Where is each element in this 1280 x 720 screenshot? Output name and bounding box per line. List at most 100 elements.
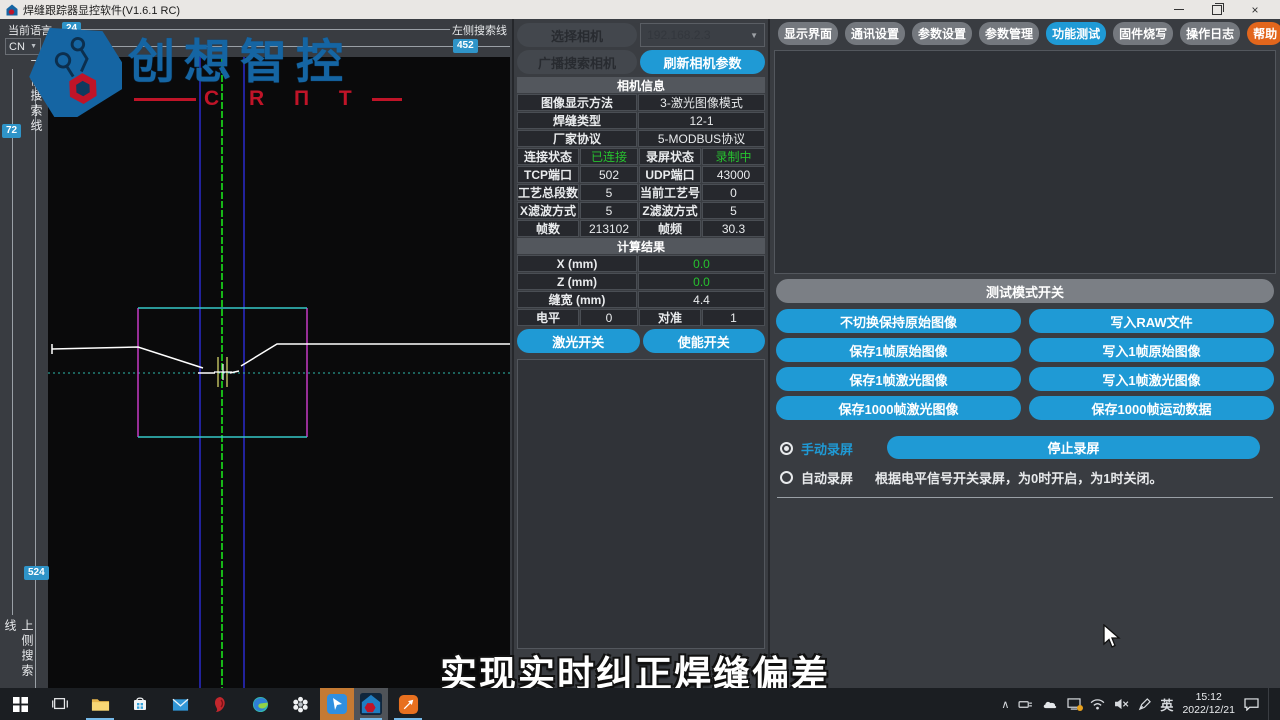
table-row: X (mm) 0.0 bbox=[517, 255, 765, 272]
capture-tool-button-active[interactable] bbox=[320, 688, 354, 720]
file-explorer-button[interactable] bbox=[80, 688, 120, 720]
close-button[interactable]: × bbox=[1236, 0, 1274, 19]
function-button-grid: 不切换保持原始图像 写入RAW文件 保存1帧原始图像 写入1帧原始图像 保存1帧… bbox=[776, 309, 1274, 420]
save-1000-motion-data-button[interactable]: 保存1000帧运动数据 bbox=[1029, 396, 1274, 420]
task-view-icon bbox=[52, 696, 68, 712]
tab-parameter-management[interactable]: 参数管理 bbox=[979, 22, 1039, 45]
x-offset-value: 0.0 bbox=[638, 255, 765, 272]
table-row: X滤波方式 5 Z滤波方式 5 bbox=[517, 202, 765, 219]
action-center-icon[interactable] bbox=[1244, 698, 1259, 711]
manual-record-radio[interactable] bbox=[780, 442, 793, 455]
tab-firmware[interactable]: 固件烧写 bbox=[1113, 22, 1173, 45]
right-search-line-value: 24 bbox=[62, 22, 81, 36]
windows-logo-icon bbox=[13, 697, 28, 712]
volume-muted-icon[interactable] bbox=[1114, 698, 1129, 710]
weld-tracker-app-icon bbox=[360, 693, 382, 715]
clock[interactable]: 15:12 2022/12/21 bbox=[1182, 691, 1235, 717]
edge-browser-button[interactable] bbox=[240, 688, 280, 720]
camera-ip-select[interactable]: 192.168.2.3 ▼ bbox=[640, 23, 765, 47]
tab-parameter-settings[interactable]: 参数设置 bbox=[912, 22, 972, 45]
camera-image-view[interactable] bbox=[48, 57, 510, 688]
store-bag-icon bbox=[132, 696, 148, 712]
select-camera-button[interactable]: 选择相机 bbox=[517, 23, 637, 47]
save-1-laser-frame-button[interactable]: 保存1帧激光图像 bbox=[776, 367, 1021, 391]
bottom-search-line-value: 524 bbox=[24, 566, 49, 580]
orange-arrow-app-button[interactable] bbox=[388, 688, 428, 720]
laser-switch-button[interactable]: 激光开关 bbox=[517, 329, 640, 353]
task-view-button[interactable] bbox=[40, 688, 80, 720]
onedrive-cloud-icon[interactable] bbox=[1042, 699, 1058, 710]
tray-expand-chevron-icon[interactable]: ∧ bbox=[1001, 698, 1009, 711]
table-row: 帧数 213102 帧频 30.3 bbox=[517, 220, 765, 237]
language-select[interactable]: CN ▼ bbox=[5, 38, 41, 55]
test-mode-switch-button[interactable]: 测试模式开关 bbox=[776, 279, 1274, 303]
start-button[interactable] bbox=[0, 688, 40, 720]
status-dot bbox=[1077, 705, 1083, 711]
top-search-line-value: 72 bbox=[2, 124, 21, 138]
mail-button[interactable] bbox=[160, 688, 200, 720]
table-row: 连接状态 已连接 录屏状态 录制中 bbox=[517, 148, 765, 165]
write-1-original-frame-button[interactable]: 写入1帧原始图像 bbox=[1029, 338, 1274, 362]
function-panel: 显示界面 通讯设置 参数设置 参数管理 功能测试 固件烧写 操作日志 帮助 测试… bbox=[768, 19, 1280, 688]
blue-arrow-app-icon bbox=[326, 693, 348, 715]
laser-profile-graphics bbox=[48, 57, 510, 688]
left-search-line-slider[interactable] bbox=[46, 46, 510, 47]
wifi-icon[interactable] bbox=[1090, 699, 1105, 710]
weld-tracker-app-button-active[interactable] bbox=[354, 688, 388, 720]
mail-icon bbox=[172, 697, 189, 712]
flower-app-button[interactable] bbox=[280, 688, 320, 720]
display-notification-icon[interactable] bbox=[1067, 698, 1081, 710]
auto-record-description: 根据电平信号开关录屏，为0时开启，为1时关闭。 bbox=[875, 468, 1162, 487]
save-1-original-frame-button[interactable]: 保存1帧原始图像 bbox=[776, 338, 1021, 362]
seam-center-cross bbox=[214, 364, 232, 380]
titlebar: 焊缝跟踪器显控软件(V1.6.1 RC) bbox=[0, 0, 1280, 19]
bottom-search-line-label: 下侧搜索线 bbox=[28, 59, 45, 134]
tab-operation-log[interactable]: 操作日志 bbox=[1180, 22, 1240, 45]
write-1-laser-frame-button[interactable]: 写入1帧激光图像 bbox=[1029, 367, 1274, 391]
seam-width-value: 4.4 bbox=[638, 291, 765, 308]
table-row: 厂家协议 5-MODBUS协议 bbox=[517, 130, 765, 147]
table-row: 缝宽 (mm) 4.4 bbox=[517, 291, 765, 308]
restore-button[interactable] bbox=[1198, 0, 1236, 19]
align-value: 1 bbox=[702, 309, 765, 326]
connection-status: 已连接 bbox=[580, 148, 638, 165]
table-row: 电平 0 对准 1 bbox=[517, 309, 765, 326]
stop-record-button[interactable]: 停止录屏 bbox=[887, 436, 1260, 459]
enable-switch-button[interactable]: 使能开关 bbox=[643, 329, 766, 353]
show-desktop-button[interactable] bbox=[1268, 688, 1274, 720]
table-row: Z (mm) 0.0 bbox=[517, 273, 765, 290]
tab-function-test[interactable]: 功能测试 bbox=[1046, 22, 1106, 45]
tab-communication[interactable]: 通讯设置 bbox=[845, 22, 905, 45]
mouse-cursor bbox=[1103, 624, 1121, 655]
chevron-down-icon: ▼ bbox=[30, 43, 37, 50]
minimize-button[interactable] bbox=[1160, 0, 1198, 19]
language-label: 当前语言 bbox=[8, 22, 52, 38]
right-search-line-slider[interactable] bbox=[40, 29, 450, 30]
top-search-line-slider[interactable] bbox=[12, 69, 13, 615]
bottom-search-line-slider[interactable] bbox=[35, 69, 36, 688]
recording-status: 录制中 bbox=[702, 148, 765, 165]
manual-record-label: 手动录屏 bbox=[801, 439, 853, 458]
keep-original-image-button[interactable]: 不切换保持原始图像 bbox=[776, 309, 1021, 333]
system-tray: ∧ 英 15:12 2022/12/21 bbox=[1001, 688, 1280, 720]
write-raw-file-button[interactable]: 写入RAW文件 bbox=[1029, 309, 1274, 333]
help-button[interactable]: 帮助 bbox=[1247, 22, 1280, 45]
ime-language-indicator[interactable]: 英 bbox=[1160, 695, 1173, 714]
refresh-camera-params-button[interactable]: 刷新相机参数 bbox=[640, 50, 765, 74]
main-window: 当前语言 24 左侧搜索线 CN ▼ 452 72 524 下侧搜索线 上侧搜索… bbox=[0, 19, 1280, 688]
auto-record-radio[interactable] bbox=[780, 471, 793, 484]
app-logo-icon bbox=[6, 4, 18, 16]
tab-display[interactable]: 显示界面 bbox=[778, 22, 838, 45]
save-1000-laser-frames-button[interactable]: 保存1000帧激光图像 bbox=[776, 396, 1021, 420]
pen-input-icon[interactable] bbox=[1138, 698, 1151, 711]
z-offset-value: 0.0 bbox=[638, 273, 765, 290]
usb-device-icon[interactable] bbox=[1018, 699, 1033, 710]
mid-empty-box bbox=[517, 359, 765, 649]
broadcast-search-button[interactable]: 广播搜索相机 bbox=[517, 50, 637, 74]
table-row: 工艺总段数 5 当前工艺号 0 bbox=[517, 184, 765, 201]
camera-panel: 选择相机 192.168.2.3 ▼ 广播搜索相机 刷新相机参数 相机信息 图像… bbox=[512, 19, 768, 688]
red-app-button[interactable] bbox=[200, 688, 240, 720]
ms-store-button[interactable] bbox=[120, 688, 160, 720]
level-value: 0 bbox=[580, 309, 638, 326]
window-title: 焊缝跟踪器显控软件(V1.6.1 RC) bbox=[23, 2, 180, 18]
